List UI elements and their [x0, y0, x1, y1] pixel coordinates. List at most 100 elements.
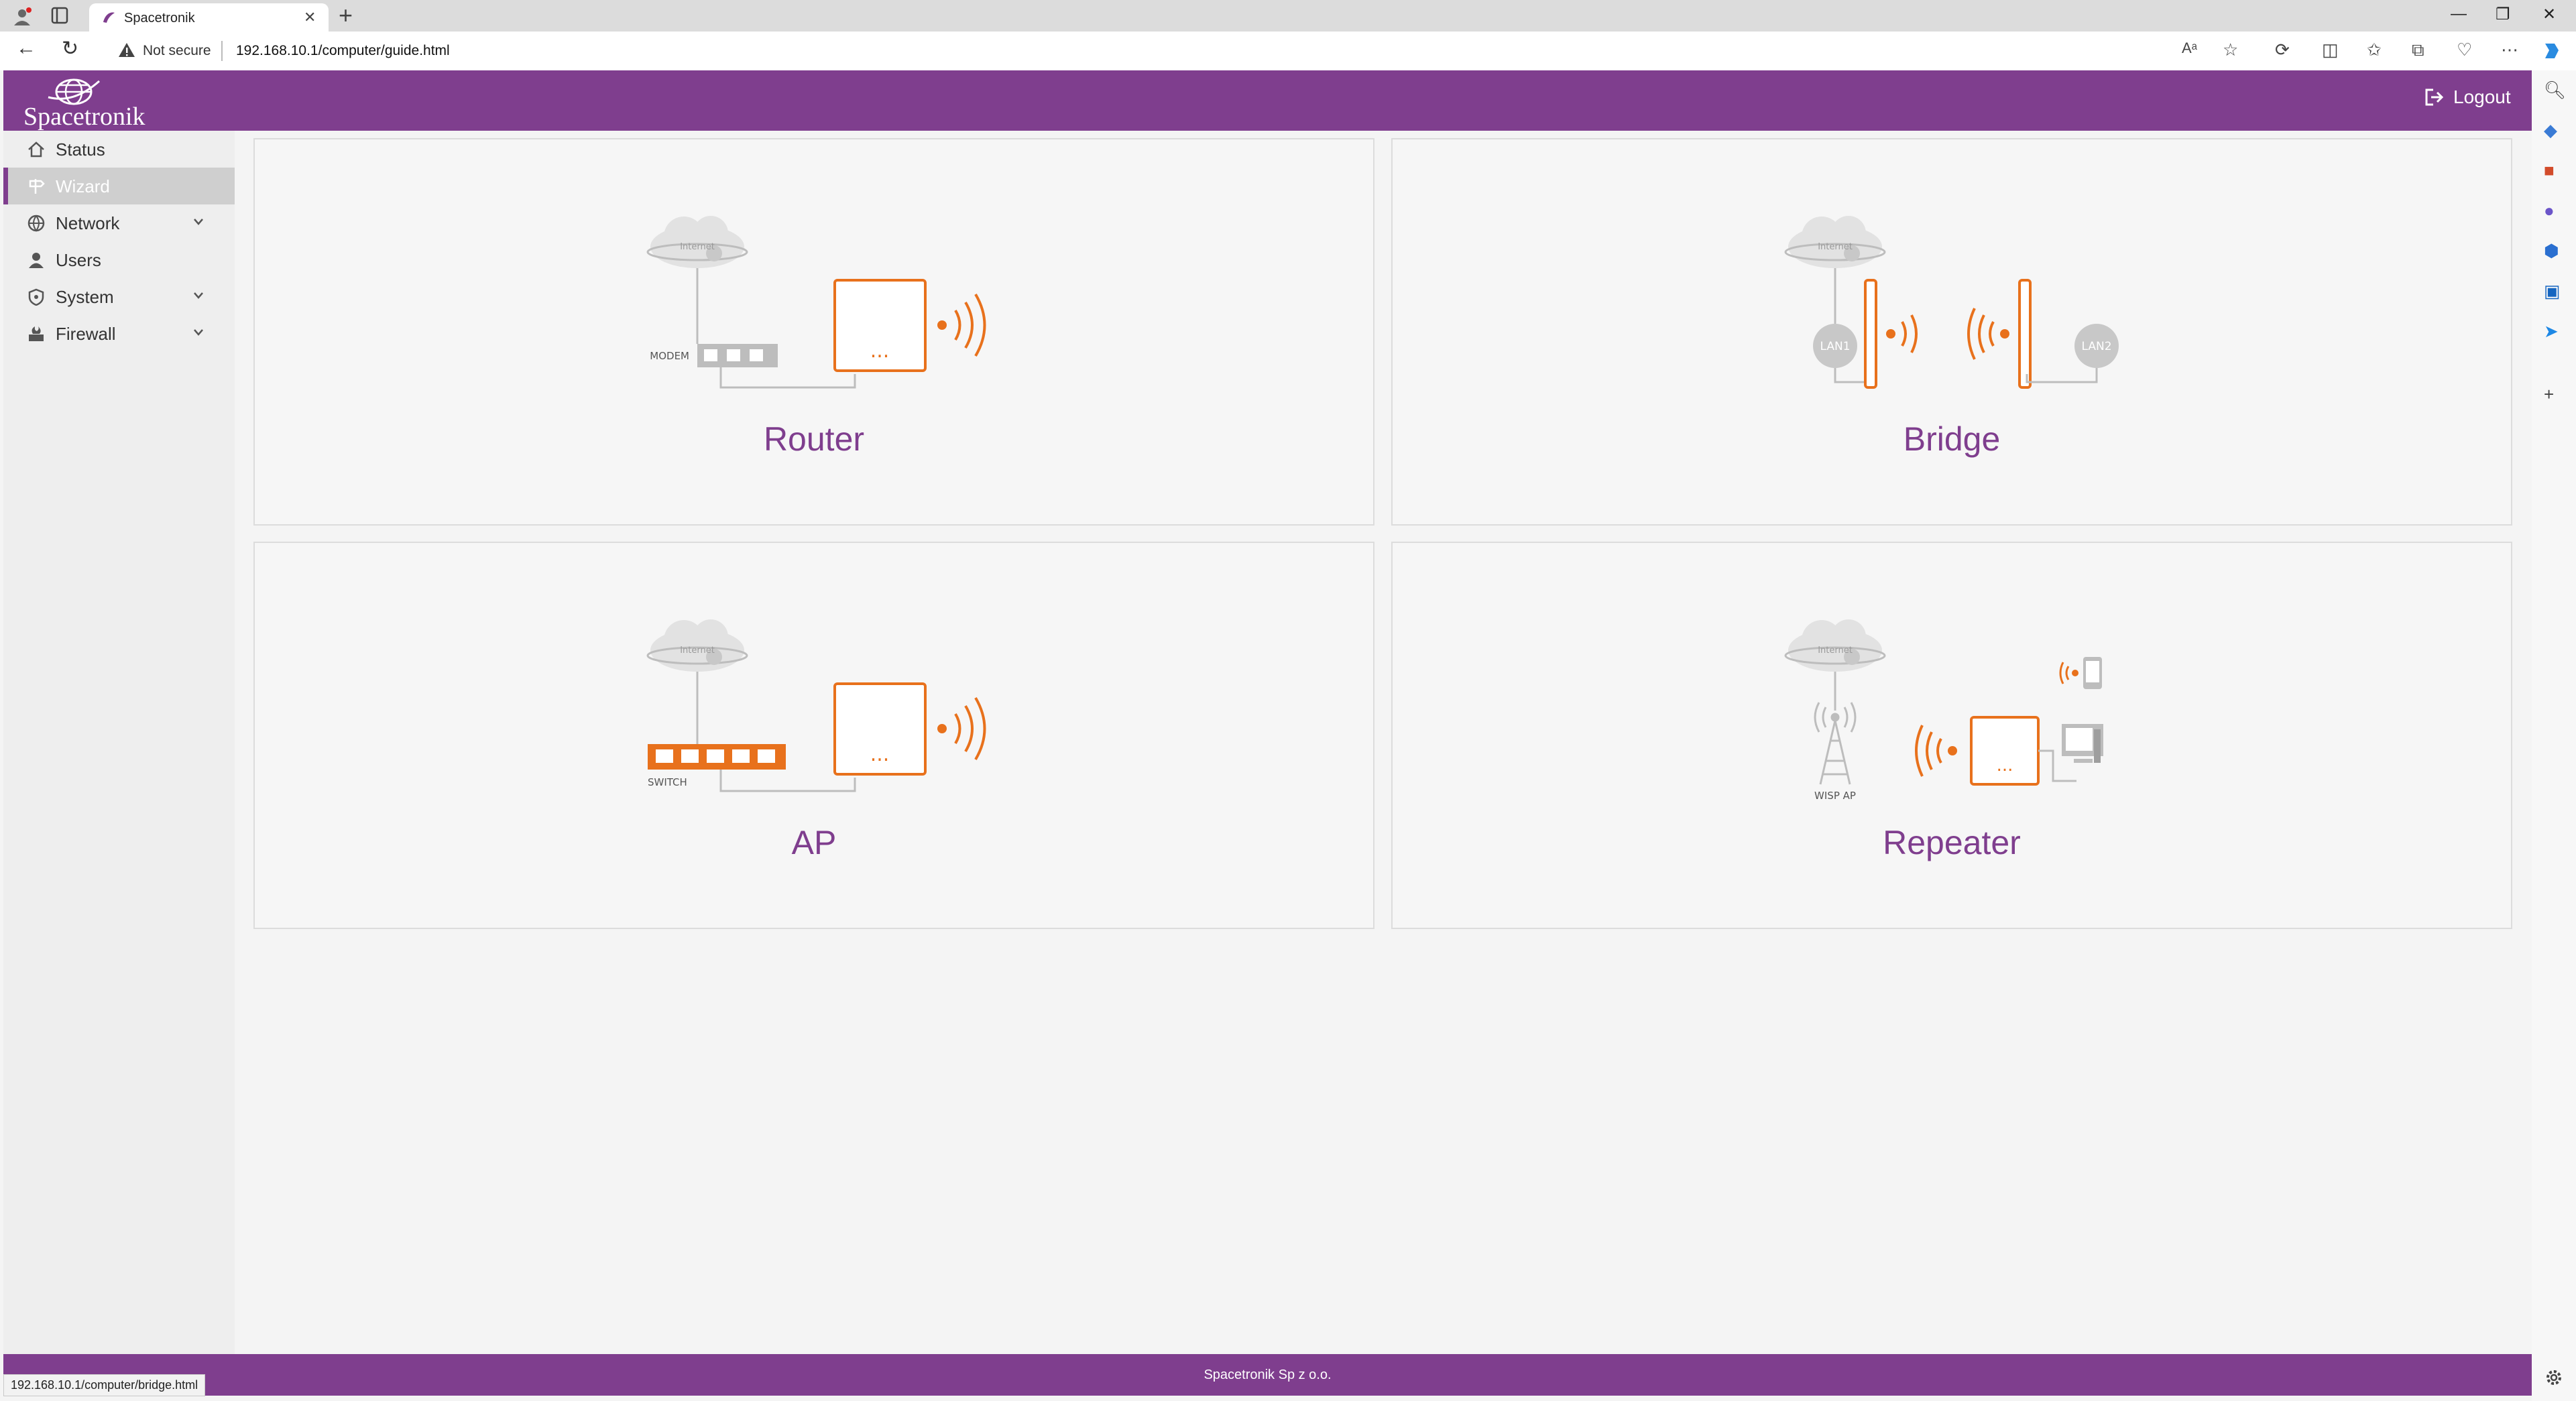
search-icon[interactable]: 🔍︎: [2544, 80, 2566, 101]
ap-box-label: ...: [870, 743, 890, 766]
bridge-right-antenna-icon: [2018, 279, 2032, 389]
logout-label: Logout: [2453, 86, 2511, 107]
browser-sidebar: 🔍︎ ◆ ■ ● ⬢ ▣ ➤ +: [2532, 70, 2576, 1401]
gear-icon[interactable]: [2544, 1367, 2564, 1388]
cloud-label: Internet: [680, 646, 715, 656]
ap-mode-title: AP: [791, 824, 837, 861]
chevron-down-icon: [194, 219, 203, 225]
ap-diagram: Internet SWITCH ...: [646, 619, 986, 792]
logout-button[interactable]: Logout: [2424, 86, 2511, 108]
modem-label: MODEM: [650, 350, 689, 362]
more-options-icon[interactable]: ⋯: [2501, 40, 2518, 60]
wifi-signal-icon: [2059, 662, 2079, 684]
wifi-signal-icon: [937, 293, 986, 357]
bridge-left-antenna-icon: [1864, 279, 1877, 389]
cloud-label: Internet: [1818, 646, 1853, 656]
read-aloud-icon[interactable]: Aᵃ: [2182, 40, 2197, 57]
minimize-icon[interactable]: —: [2451, 5, 2467, 23]
new-tab-icon[interactable]: +: [339, 1, 353, 29]
sidebar-item-label: Status: [56, 139, 105, 160]
tab-title: Spacetronik: [124, 11, 195, 25]
router-diagram: Internet MODEM ...: [646, 216, 986, 389]
address-separator: [221, 41, 223, 61]
desktop-computer-icon: [2062, 724, 2103, 763]
logout-icon: [2425, 88, 2444, 106]
logo-text: Spacetronik: [23, 103, 145, 131]
warning-icon: [119, 43, 135, 57]
people-icon[interactable]: ●: [2544, 200, 2555, 221]
split-screen-icon[interactable]: ◫: [2322, 40, 2339, 60]
refresh-icon[interactable]: ↻: [62, 37, 78, 60]
repeater-mode-title: Repeater: [1883, 824, 2021, 861]
spacetronik-favicon: [103, 12, 115, 23]
bridge-diagram: Internet LAN1 LAN2: [1784, 216, 2119, 389]
lan1-label: LAN1: [1820, 340, 1850, 353]
smartphone-icon: [2083, 657, 2102, 689]
add-sidebar-icon[interactable]: +: [2544, 384, 2554, 405]
bridge-mode-card[interactable]: Internet LAN1 LAN2 Bridge: [1391, 138, 2512, 526]
app-header: Spacetronik Logout: [3, 70, 2532, 131]
sidebar-item-status[interactable]: Status: [3, 131, 235, 168]
chevron-down-icon: [194, 329, 203, 336]
outlook-icon[interactable]: ▣: [2544, 281, 2561, 302]
browser-tab[interactable]: Spacetronik ✕: [89, 3, 329, 32]
switch-label: SWITCH: [648, 776, 687, 788]
sidebar: Status Wizard Network Users System Firew…: [3, 131, 235, 1354]
sidebar-item-users[interactable]: Users: [3, 241, 235, 278]
address-url[interactable]: 192.168.10.1/computer/guide.html: [236, 43, 450, 59]
collections-icon[interactable]: ⧉: [2412, 40, 2424, 61]
sidebar-item-label: Users: [56, 250, 101, 270]
ap-mode-card[interactable]: Internet SWITCH ... AP: [253, 542, 1374, 929]
browser-tabstrip: Spacetronik ✕ + — ❐ ✕: [0, 0, 2576, 32]
sidebar-item-network[interactable]: Network: [3, 204, 235, 241]
wisp-tower-icon: [1814, 702, 1857, 785]
router-mode-card[interactable]: Internet MODEM ... Router: [253, 138, 1374, 526]
browser-toolbar: ← ↻ Not secure 192.168.10.1/computer/gui…: [0, 32, 2576, 70]
bridge-mode-title: Bridge: [1903, 420, 2001, 458]
browser-essentials-icon[interactable]: ♡: [2457, 40, 2472, 60]
close-window-icon[interactable]: ✕: [2542, 5, 2556, 24]
tab-actions-icon[interactable]: [51, 7, 68, 24]
repeater-mode-card[interactable]: Internet WISP AP ... Repeater: [1391, 542, 2512, 929]
sidebar-item-wizard[interactable]: Wizard: [3, 168, 235, 204]
cloud-label: Internet: [680, 242, 715, 252]
wifi-signal-icon: [1886, 314, 1918, 353]
shopping-icon[interactable]: ◆: [2544, 120, 2557, 141]
globe-icon: [27, 215, 45, 232]
copilot-icon[interactable]: [2541, 41, 2561, 61]
repeater-diagram: Internet WISP AP ...: [1784, 619, 2103, 802]
home-icon: [28, 141, 44, 158]
extensions-icon[interactable]: ⟳: [2275, 40, 2290, 60]
restore-icon[interactable]: ❐: [2496, 5, 2510, 24]
favorites-icon[interactable]: ✩: [2367, 40, 2382, 60]
send-icon[interactable]: ➤: [2544, 321, 2559, 342]
router-mode-title: Router: [763, 420, 865, 458]
footer-copyright: Spacetronik Sp z o.o.: [1204, 1367, 1332, 1382]
router-box-label: ...: [870, 339, 890, 363]
favorite-star-icon[interactable]: ☆: [2223, 40, 2238, 60]
spacetronik-logo-icon: [48, 78, 100, 105]
profile-icon[interactable]: [12, 7, 32, 27]
sidebar-item-firewall[interactable]: Firewall: [3, 315, 235, 352]
chevron-down-icon: [194, 292, 203, 299]
close-tab-icon[interactable]: ✕: [304, 9, 316, 26]
repeater-box-label: ...: [1997, 755, 2013, 776]
app-footer: Spacetronik Sp z o.o.: [3, 1354, 2532, 1396]
tools-icon[interactable]: ■: [2544, 160, 2555, 181]
back-icon[interactable]: ←: [16, 37, 36, 60]
cloud-label: Internet: [1818, 242, 1853, 252]
shield-icon: [28, 288, 44, 306]
wisp-ap-label: WISP AP: [1814, 790, 1856, 802]
status-bar-url: 192.168.10.1/computer/bridge.html: [3, 1374, 206, 1396]
wifi-signal-icon: [1967, 308, 2009, 360]
sidebar-item-label: Network: [56, 213, 120, 233]
signpost-icon: [29, 179, 45, 194]
sidebar-item-system[interactable]: System: [3, 278, 235, 315]
office-icon[interactable]: ⬢: [2544, 241, 2559, 261]
sidebar-item-label: Wizard: [56, 176, 110, 196]
firewall-icon: [29, 326, 44, 341]
not-secure-label: Not secure: [143, 43, 211, 58]
sidebar-item-label: Firewall: [56, 324, 116, 344]
wifi-signal-icon: [1915, 725, 1957, 777]
lan2-label: LAN2: [2081, 340, 2111, 353]
